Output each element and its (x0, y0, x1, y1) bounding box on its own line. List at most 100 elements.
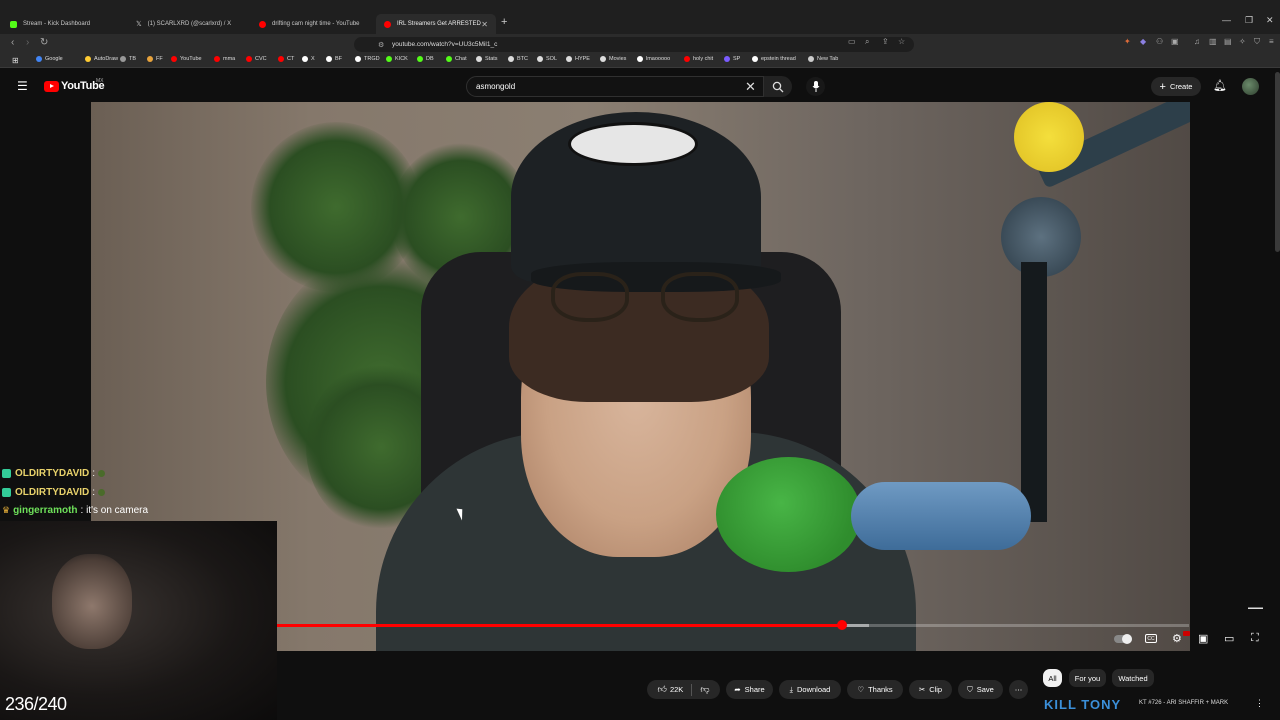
chip-watched[interactable]: Watched (1112, 669, 1154, 687)
bookmark-label: AutoDraw (94, 56, 119, 62)
shield-icon[interactable]: ⛉ (1254, 37, 1260, 47)
menu-icon[interactable]: ☰ (17, 79, 28, 93)
tab-label: IRL Streamers Get ARRESTED (397, 21, 481, 27)
bookmark-item[interactable]: CVC (246, 56, 267, 62)
notifications-bell-icon[interactable]: 🔔︎ (1213, 79, 1227, 92)
bookmark-item[interactable]: X (302, 56, 315, 62)
extension-icon[interactable]: ◆ (1140, 37, 1146, 46)
extension-icon[interactable]: ⚇ (1156, 37, 1163, 46)
progress-bar[interactable] (276, 624, 1189, 627)
tab-kick-dashboard[interactable]: Stream - Kick Dashboard (2, 15, 127, 33)
menu-icon[interactable]: ≡ (1269, 37, 1274, 46)
bookmark-item[interactable]: SOL (537, 56, 557, 62)
save-button[interactable]: ⛉ Save (958, 680, 1003, 699)
browser-toolbar: ‹ › ↻ ▯ ⚙ youtube.com/watch?v=UU3c5Mil1_… (0, 34, 1280, 54)
thumbnail-logo-graphic[interactable]: KILL TONY (1044, 697, 1121, 712)
install-icon[interactable]: ▭ (848, 37, 856, 46)
bookmark-item[interactable]: lmaooooo (637, 56, 670, 62)
bookmark-label: DB (426, 56, 434, 62)
clear-search-icon[interactable]: ✕ (745, 79, 756, 95)
theater-mode-icon[interactable]: ▭ (1224, 632, 1234, 645)
bookmark-item[interactable]: DB (417, 56, 434, 62)
media-icon[interactable]: ♫ (1194, 37, 1200, 46)
more-vert-icon[interactable]: ⋮ (1255, 698, 1264, 709)
dislike-button[interactable]: 👎︎ (700, 684, 709, 695)
scrubber-handle[interactable] (837, 620, 848, 630)
bookmark-item[interactable]: Google (36, 56, 63, 62)
bookmark-item[interactable]: TRGD (355, 56, 380, 62)
reload-icon[interactable]: ↻ (40, 37, 48, 48)
clip-button[interactable]: ✂ Clip (909, 680, 952, 699)
share-button[interactable]: ➦ Share (726, 680, 773, 699)
extension-icon[interactable]: ▣ (1171, 37, 1179, 46)
bookmark-item[interactable]: FF (147, 56, 163, 62)
page-scrollbar[interactable] (1275, 72, 1280, 252)
played-bar (276, 624, 843, 627)
youtube-masthead: ☰ YouTube MX asmongold ✕ + Create 🔔︎ (0, 70, 1280, 102)
bookmark-item[interactable]: AutoDraw (85, 56, 118, 62)
bookmark-item[interactable]: Stats (476, 56, 498, 62)
bookmark-favicon-icon (386, 56, 392, 62)
create-button[interactable]: + Create (1151, 77, 1201, 96)
site-info-icon[interactable]: ⚙ (378, 41, 384, 49)
bookmark-item[interactable]: BTC (508, 56, 528, 62)
bookmark-item[interactable]: epstein thread (752, 56, 796, 62)
close-tab-icon[interactable]: ✕ (481, 20, 488, 29)
youtube-icon (384, 20, 391, 28)
new-tab-button[interactable]: + (501, 16, 507, 28)
bookmark-item[interactable]: holy chit (684, 56, 713, 62)
tab-youtube-drifting[interactable]: drifting cam night time - YouTube (251, 15, 376, 33)
thanks-heart-icon: ♡ (857, 685, 865, 694)
back-icon[interactable]: ‹ (11, 37, 14, 48)
bookmark-label: lmaooooo (646, 56, 671, 62)
extensions-icon[interactable]: ✧ (1239, 37, 1246, 46)
more-actions-button[interactable]: ⋯ (1009, 680, 1028, 699)
bookmark-item[interactable]: TB (120, 56, 136, 62)
bookmark-item[interactable]: BF (326, 56, 342, 62)
thanks-button[interactable]: ♡ Thanks (847, 680, 903, 699)
voice-search-button[interactable] (806, 77, 825, 96)
bookmark-item[interactable]: SP (724, 56, 740, 62)
extension-icon[interactable]: ✦ (1124, 37, 1131, 46)
share-icon[interactable]: ⇪ (882, 37, 889, 46)
star-icon[interactable]: ☆ (898, 37, 905, 46)
bookmark-item[interactable]: CT (278, 56, 294, 62)
tab-search-icon[interactable]: ▤ (1224, 37, 1232, 46)
recommended-video-title[interactable]: KT #726 - ARI SHAFFIR + MARK (1139, 700, 1228, 706)
bookmark-label: mma (223, 56, 236, 62)
settings-gear-icon[interactable]: ⚙ (1172, 632, 1182, 645)
chip-for-you[interactable]: For you (1069, 669, 1106, 687)
bookmark-item[interactable]: KICK (386, 56, 408, 62)
bookmark-item[interactable]: YouTube (171, 56, 202, 62)
chip-all[interactable]: All (1043, 669, 1062, 687)
share-arrow-icon: ➦ (734, 685, 741, 694)
emote-icon (98, 489, 106, 496)
avatar[interactable] (1242, 78, 1259, 95)
forward-icon[interactable]: › (26, 37, 29, 48)
search-input[interactable]: asmongold (466, 76, 764, 97)
fullscreen-icon[interactable]: ⛶ (1251, 632, 1259, 645)
bookmark-item[interactable]: mma (214, 56, 235, 62)
tab-x-scarlxrd[interactable]: 𝕏 (1) SCARLXRD (@scarlxrd) / X (128, 15, 253, 33)
chat-badge-icon (2, 469, 11, 478)
minimize-button[interactable]: — (1222, 15, 1231, 25)
bookmark-label: SOL (546, 56, 558, 62)
search-button[interactable] (764, 76, 792, 97)
address-bar[interactable]: ⚙ youtube.com/watch?v=UU3c5Mil1_c (354, 37, 914, 52)
zoom-icon[interactable]: ⌕ (865, 37, 869, 47)
bookmark-item[interactable]: New Tab (808, 56, 838, 62)
like-button[interactable]: 👍︎ 22K (658, 684, 684, 695)
subtitles-icon[interactable]: CC (1145, 634, 1157, 643)
bookmark-item[interactable]: HYPE (566, 56, 590, 62)
tab-irl-streamers[interactable]: IRL Streamers Get ARRESTED ✕ (376, 14, 496, 34)
close-window-button[interactable]: ✕ (1266, 15, 1274, 26)
restore-button[interactable]: ❐ (1245, 15, 1253, 26)
apps-icon[interactable]: ⊞ (12, 56, 19, 65)
download-button[interactable]: ⤓ Download (779, 680, 841, 699)
sidebar-icon[interactable]: ▥ (1209, 37, 1217, 46)
miniplayer-icon[interactable]: ▣ (1198, 632, 1208, 645)
bookmark-item[interactable]: Chat (446, 56, 467, 62)
bookmark-item[interactable]: Movies (600, 56, 626, 62)
youtube-logo-icon[interactable] (44, 81, 59, 92)
autoplay-toggle[interactable] (1114, 634, 1132, 644)
